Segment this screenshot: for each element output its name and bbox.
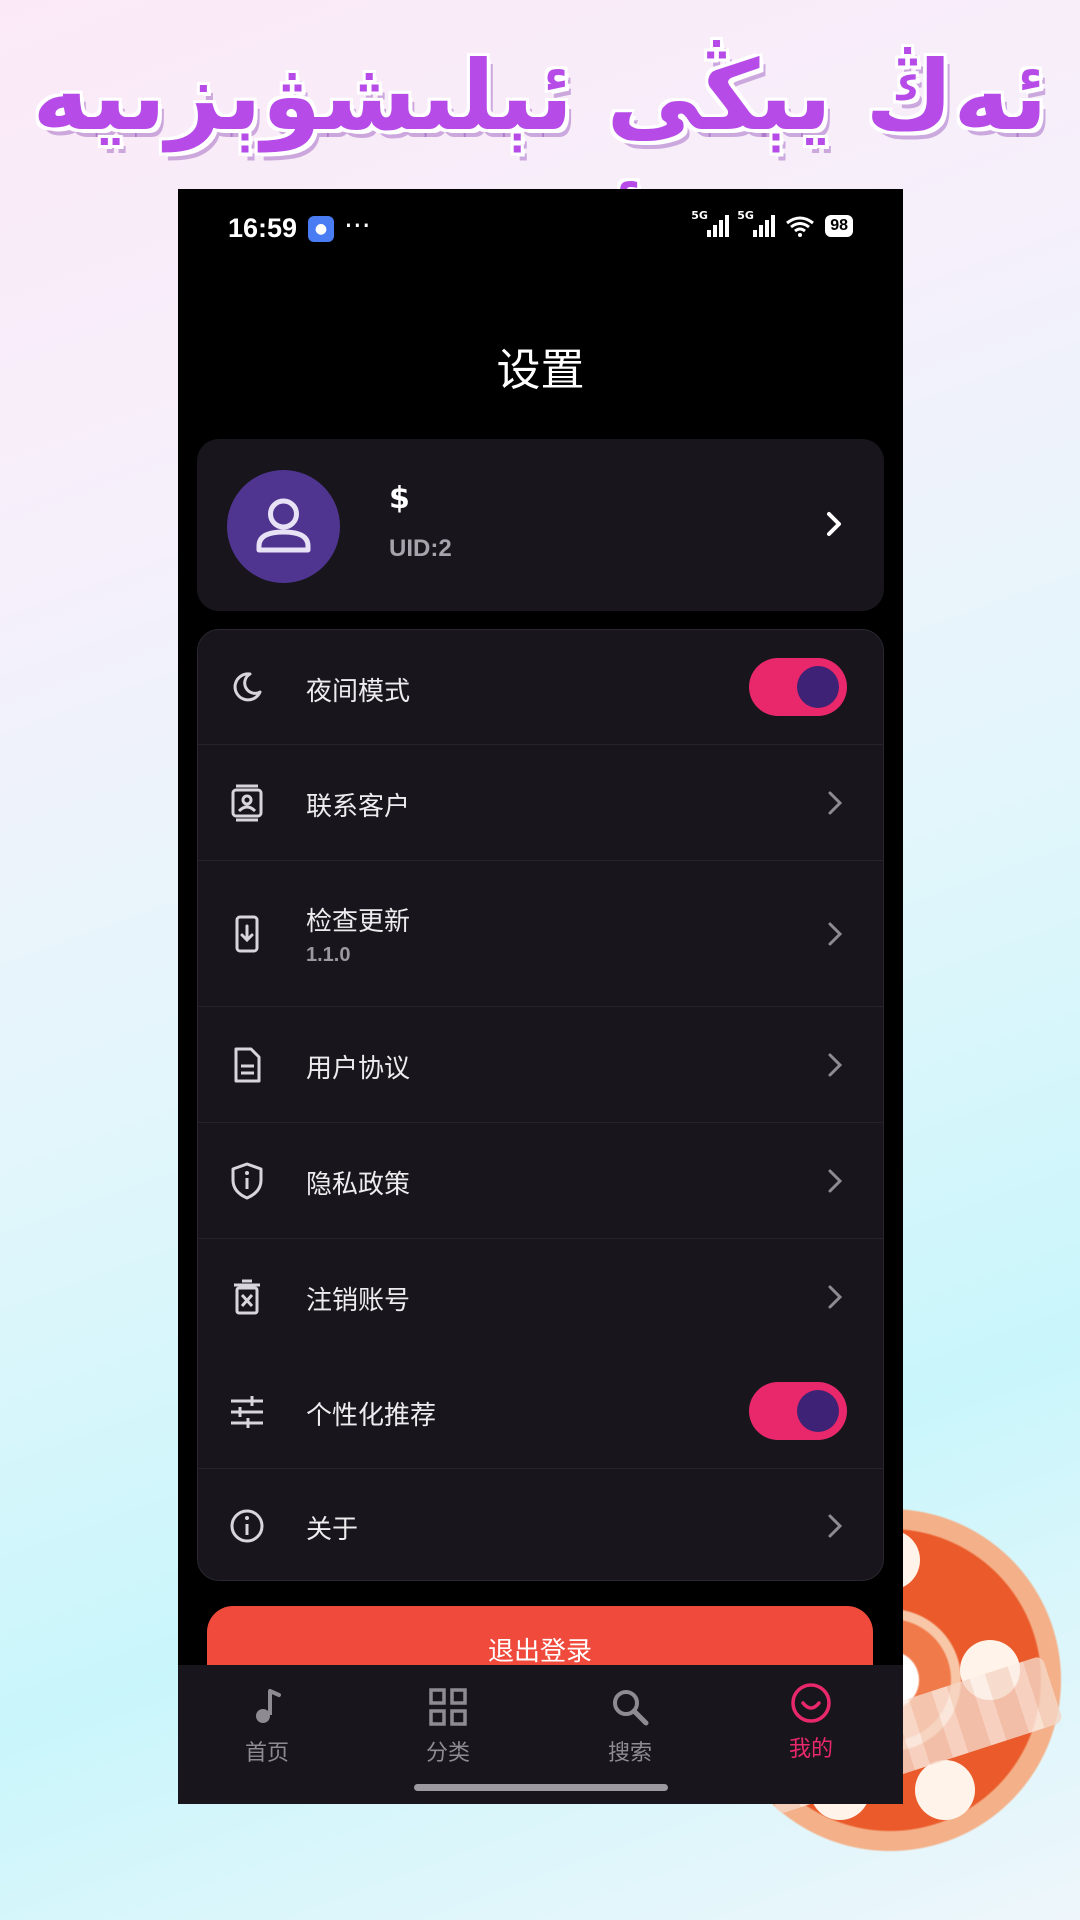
profile-name: $	[389, 481, 410, 516]
wifi-icon	[786, 216, 815, 237]
setting-delete-account[interactable]: 注销账号	[198, 1239, 883, 1355]
battery-indicator: 98	[825, 215, 853, 237]
shield-info-icon	[231, 1162, 263, 1200]
setting-privacy-policy[interactable]: 隐私政策	[198, 1123, 883, 1239]
tab-category[interactable]: 分类	[388, 1685, 508, 1767]
document-icon	[234, 1047, 261, 1083]
contact-card-icon	[231, 784, 263, 822]
tab-label: 搜索	[607, 1741, 652, 1766]
chevron-right-icon	[828, 1514, 843, 1538]
page-title: 设置	[496, 345, 585, 396]
tab-label: 首页	[244, 1741, 289, 1766]
tab-label: 分类	[425, 1741, 470, 1766]
status-bar: 16:59 ● ··· 5G 5G 98	[178, 189, 903, 269]
setting-personalized: 个性化推荐	[198, 1355, 883, 1469]
home-indicator[interactable]	[414, 1784, 668, 1791]
personalized-label: 个性化推荐	[306, 1401, 437, 1431]
check-update-label: 检查更新	[306, 907, 411, 937]
music-note-icon	[256, 1689, 281, 1723]
tab-label: 我的	[788, 1737, 833, 1762]
settings-list: 夜间模式 联系客户 检查更新 1.1.0 用户协议 隐私政策 注销账号 个性化推…	[197, 629, 884, 1581]
tab-search[interactable]: 搜索	[570, 1685, 690, 1767]
user-agreement-label: 用户协议	[306, 1054, 411, 1084]
setting-about[interactable]: 关于	[198, 1469, 883, 1580]
baidu-paw-icon: ●	[308, 216, 334, 242]
app-version: 1.1.0	[306, 944, 351, 966]
profile-card[interactable]: $ UID:2	[197, 439, 884, 611]
signal-icon-2: 5G	[737, 209, 776, 237]
toggle-knob	[797, 666, 839, 708]
chevron-right-icon	[828, 1169, 843, 1193]
sliders-icon	[231, 1396, 263, 1428]
moon-icon	[233, 672, 262, 702]
profile-uid: UID:2	[389, 535, 452, 562]
status-time: 16:59	[228, 213, 298, 243]
search-icon	[613, 1690, 649, 1726]
about-label: 关于	[306, 1515, 359, 1545]
chevron-right-icon	[828, 1053, 843, 1077]
info-icon	[230, 1509, 264, 1543]
setting-night-mode: 夜间模式	[198, 630, 883, 745]
chevron-right-icon	[828, 791, 843, 815]
grid-icon	[429, 1688, 467, 1726]
personalized-toggle[interactable]	[749, 1382, 847, 1440]
more-notifications-icon: ···	[344, 209, 371, 242]
network-type-label-2: 5G	[737, 209, 754, 222]
avatar	[227, 470, 340, 583]
night-mode-label: 夜间模式	[306, 677, 411, 707]
toggle-knob	[797, 1390, 839, 1432]
signal-icon: 5G	[691, 209, 730, 237]
chevron-right-icon	[828, 922, 843, 946]
tab-mine[interactable]: 我的	[751, 1681, 871, 1763]
trash-icon	[234, 1279, 260, 1315]
person-icon	[256, 498, 311, 553]
phone-download-icon	[235, 915, 259, 953]
phone-screen: 16:59 ● ··· 5G 5G 98 设置 $ UID:2 夜间模式 联系客…	[178, 189, 903, 1804]
setting-contact[interactable]: 联系客户	[198, 745, 883, 861]
privacy-policy-label: 隐私政策	[306, 1170, 411, 1200]
setting-check-update[interactable]: 检查更新 1.1.0	[198, 861, 883, 1007]
tab-home[interactable]: 首页	[207, 1685, 327, 1767]
setting-user-agreement[interactable]: 用户协议	[198, 1007, 883, 1123]
chevron-right-icon	[828, 1285, 843, 1309]
smile-icon	[791, 1683, 831, 1723]
chevron-right-icon	[827, 512, 841, 536]
network-type-label: 5G	[691, 209, 708, 222]
contact-label: 联系客户	[306, 792, 411, 822]
delete-account-label: 注销账号	[306, 1286, 411, 1316]
night-mode-toggle[interactable]	[749, 658, 847, 716]
